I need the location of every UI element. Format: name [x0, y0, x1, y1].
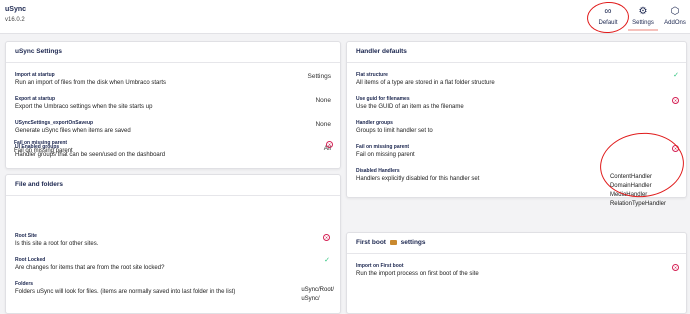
folder-item: uSync/Root/ [301, 287, 334, 293]
setting-row: Use guid for filenames Use the GUID of a… [356, 96, 677, 112]
folders-list: uSync/Root/ uSync/ [301, 286, 334, 304]
check-icon: ✓ [324, 257, 330, 264]
file-folders-card: File and folders Root Site Is this site … [5, 174, 341, 314]
setting-value: None [315, 97, 331, 104]
setting-row: Handler groups Groups to limit handler s… [356, 120, 677, 136]
check-icon: ✓ [673, 72, 679, 79]
setting-name: Folders [15, 281, 34, 287]
setting-desc: Use the GUID of an item as the filename [356, 104, 464, 110]
setting-desc: Generate uSync files when items are save… [15, 128, 131, 134]
folder-item: uSync/ [301, 296, 320, 302]
setting-row: USyncSettings_exportOnSaveup Generate uS… [15, 120, 331, 136]
setting-desc: Is this site a root for other sites. [15, 241, 99, 247]
app-name: uSync [5, 6, 27, 13]
false-icon: ✕ [672, 264, 679, 271]
false-icon: ✕ [326, 141, 333, 148]
card-title: File and folders [6, 175, 340, 196]
setting-value: Settings [307, 73, 332, 80]
setting-name: Flat structure [356, 72, 388, 78]
addons-button-label: AddOns [664, 20, 686, 26]
setting-desc: Run an import of files from the disk whe… [15, 80, 167, 86]
setting-desc: All items of a type are stored in a flat… [356, 80, 495, 86]
setting-row: Root Locked Are changes for items that a… [15, 257, 331, 273]
setting-name: Handler groups [356, 120, 393, 126]
setting-row: Export at startup Export the Umbraco set… [15, 96, 331, 112]
settings-button[interactable]: ⚙ Settings [628, 3, 658, 31]
first-boot-title-suffix: settings [400, 239, 426, 246]
setting-name: Import on First boot [356, 263, 404, 269]
setting-desc: Export the Umbraco settings when the sit… [15, 104, 153, 110]
cube-icon: ⬡ [670, 6, 680, 17]
setting-name: Import at startup [15, 72, 55, 78]
gear-icon: ⚙ [638, 6, 648, 17]
setting-row: Fail on missing parent Fail on missing p… [14, 140, 334, 160]
setting-desc: Run the import process on first boot of … [356, 271, 479, 277]
setting-value: None [315, 121, 331, 128]
addons-button[interactable]: ⬡ AddOns [662, 3, 688, 31]
first-boot-card: First boot settings Import on First boot… [346, 232, 687, 314]
setting-desc: Are changes for items that are from the … [15, 265, 165, 271]
setting-row: Root Site Is this site a root for other … [15, 233, 331, 249]
setting-row: Import on First boot Run the import proc… [356, 263, 677, 279]
setting-name: Root Locked [15, 257, 46, 263]
card-title: Handler defaults [347, 42, 686, 63]
setting-name: USyncSettings_exportOnSaveup [15, 120, 94, 126]
boot-icon [389, 239, 397, 245]
card-title: uSync Settings [6, 42, 340, 63]
setting-name: Root Site [15, 233, 37, 239]
setting-name: Export at startup [15, 96, 56, 102]
setting-row: Folders Folders uSync will look for file… [15, 281, 331, 297]
false-icon: ✕ [323, 234, 330, 241]
setting-name: Fail on missing parent [14, 140, 68, 146]
setting-row: Flat structure All items of a type are s… [356, 72, 677, 88]
app-version: v16.0.2 [5, 17, 25, 23]
handler-item: RelationTypeHandler [609, 201, 666, 207]
setting-name: Use guid for filenames [356, 96, 410, 102]
setting-desc: Folders uSync will look for files. (item… [15, 289, 236, 295]
setting-row: Import at startup Run an import of files… [15, 72, 331, 88]
false-icon: ✕ [672, 97, 679, 104]
first-boot-title: First boot [356, 239, 386, 246]
settings-button-label: Settings [632, 20, 654, 26]
card-title: First boot settings [347, 233, 686, 254]
setting-desc: Fail on missing parent [14, 148, 73, 154]
